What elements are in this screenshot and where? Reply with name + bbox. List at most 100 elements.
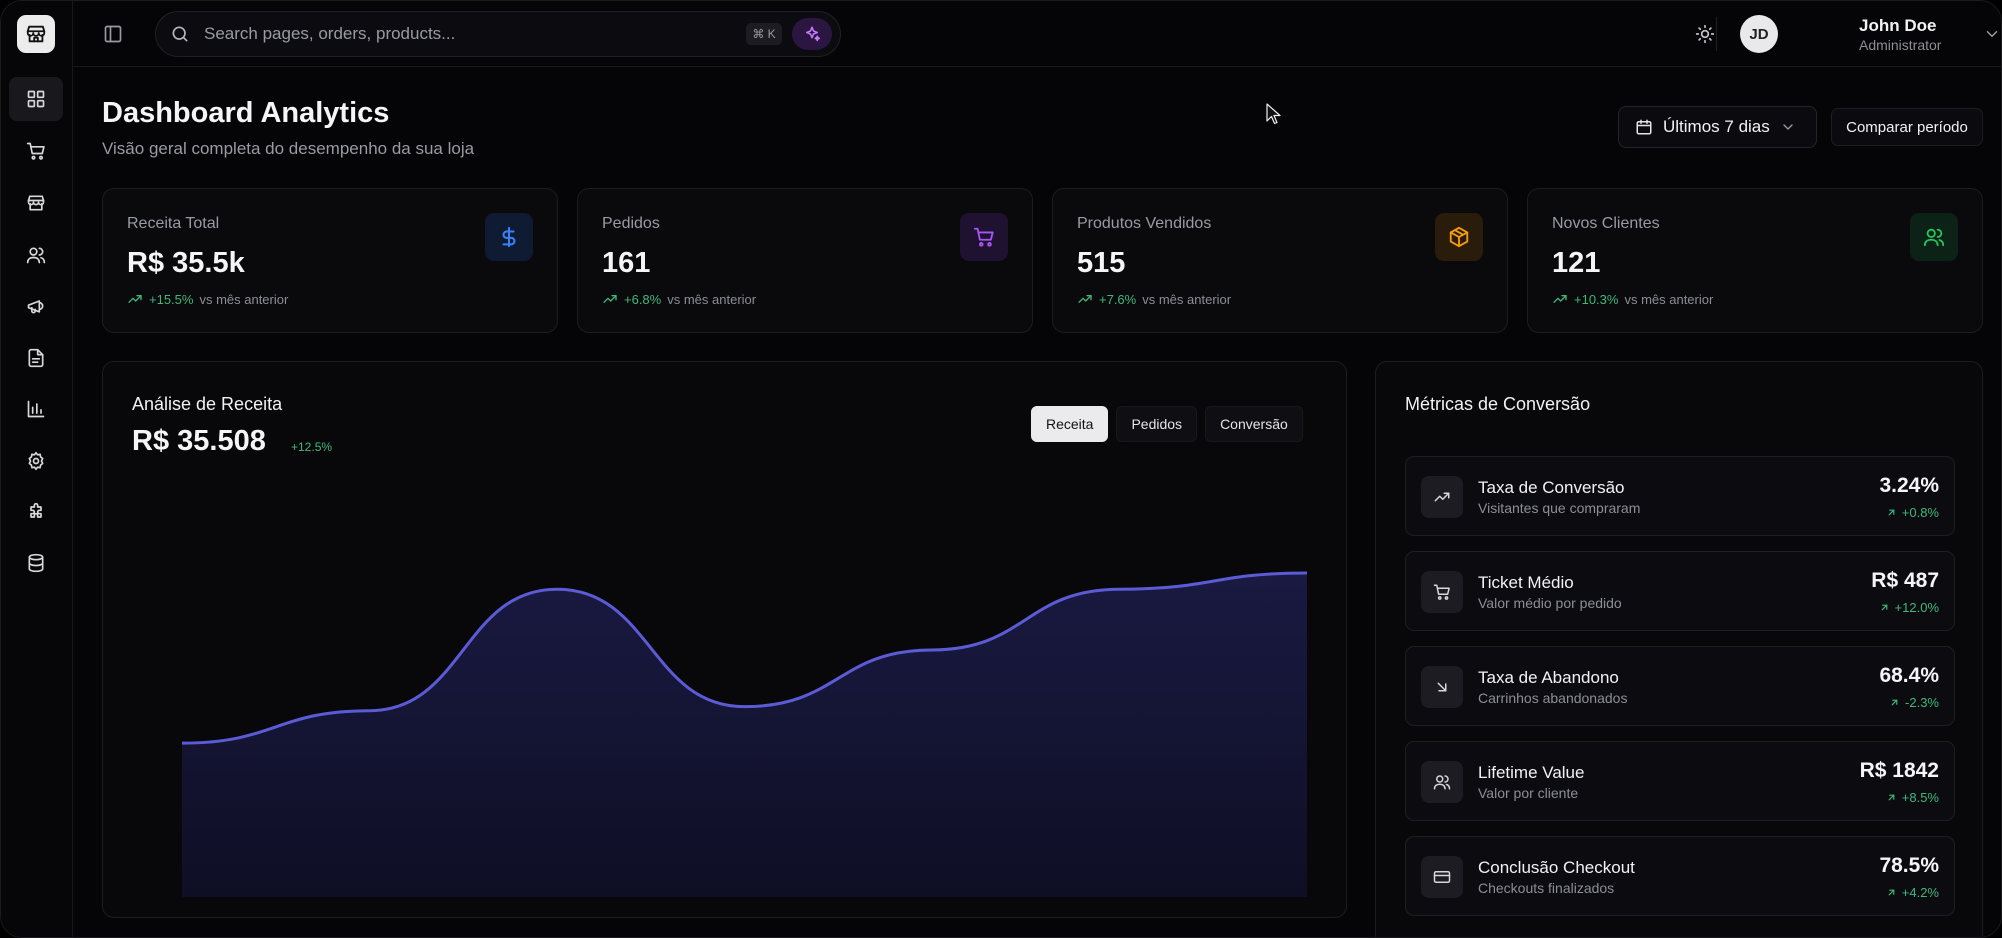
metric-change-value: +0.8% xyxy=(1901,505,1939,520)
stat-value: 515 xyxy=(1077,247,1126,279)
sidebar-item-store[interactable] xyxy=(9,181,63,225)
compare-period-button[interactable]: Comparar período xyxy=(1831,108,1983,146)
gear-icon xyxy=(28,451,44,471)
credit-card-icon xyxy=(1421,856,1463,898)
stat-compare-label: vs mês anterior xyxy=(199,291,289,307)
sidebar-item-database[interactable] xyxy=(9,541,63,585)
top-bar: ⌘ K JD John Doe Administrator xyxy=(73,1,2001,67)
shortcut-badge: ⌘ K xyxy=(746,23,782,45)
store-logo-icon[interactable] xyxy=(17,15,55,53)
date-range-select[interactable]: Últimos 7 dias xyxy=(1618,106,1817,148)
metric-change: +8.5% xyxy=(1886,790,1939,805)
file-text-icon xyxy=(28,348,44,368)
sidebar-item-orders[interactable] xyxy=(9,129,63,173)
conversion-metrics-card: Métricas de Conversão Taxa de Conversão … xyxy=(1375,361,1983,937)
metric-abandon-rate[interactable]: Taxa de Abandono Carrinhos abandonados 6… xyxy=(1405,646,1955,726)
metric-value: 68.4% xyxy=(1879,664,1939,687)
stat-trend: +15.5% vs mês anterior xyxy=(127,291,288,307)
sidebar-item-analytics[interactable] xyxy=(9,387,63,431)
sidebar-item-dashboard[interactable] xyxy=(9,77,63,121)
metric-conversion-rate[interactable]: Taxa de Conversão Visitantes que comprar… xyxy=(1405,456,1955,536)
metric-value: R$ 487 xyxy=(1871,569,1939,592)
card-title: Análise de Receita xyxy=(132,394,283,414)
arrow-up-right-icon xyxy=(1891,699,1898,706)
stat-label: Pedidos xyxy=(602,215,660,232)
sidebar-item-customers[interactable] xyxy=(9,233,63,277)
tab-pedidos[interactable]: Pedidos xyxy=(1116,406,1198,442)
search-input[interactable] xyxy=(204,20,704,48)
ai-assistant-button[interactable] xyxy=(792,18,832,50)
database-icon xyxy=(28,553,44,573)
stat-card-revenue: Receita Total R$ 35.5k +15.5% vs mês ant… xyxy=(102,188,558,333)
metric-average-ticket[interactable]: Ticket Médio Valor médio por pedido R$ 4… xyxy=(1405,551,1955,631)
sidebar-item-reports[interactable] xyxy=(9,336,63,380)
tab-receita[interactable]: Receita xyxy=(1031,406,1109,442)
panel-left-icon xyxy=(104,25,122,43)
stat-trend: +7.6% vs mês anterior xyxy=(1077,291,1231,307)
calendar-icon xyxy=(1636,119,1652,135)
metric-desc: Valor por cliente xyxy=(1478,785,1579,801)
stat-compare-label: vs mês anterior xyxy=(1142,291,1232,307)
arrow-up-right-icon xyxy=(1888,509,1895,516)
users-icon xyxy=(1910,213,1958,261)
card-title: Métricas de Conversão xyxy=(1405,394,1591,414)
sidebar-item-settings[interactable] xyxy=(9,439,63,483)
chevron-down-icon xyxy=(1783,124,1793,130)
chevron-down-icon[interactable] xyxy=(1983,25,2001,43)
metric-change-value: +4.2% xyxy=(1901,885,1939,900)
stat-label: Produtos Vendidos xyxy=(1077,215,1212,232)
tab-conversao[interactable]: Conversão xyxy=(1205,406,1303,442)
sidebar-toggle-button[interactable] xyxy=(101,22,125,46)
stat-card-orders: Pedidos 161 +6.8% vs mês anterior xyxy=(577,188,1033,333)
app-window: ⌘ K JD John Doe Administrator Dashboard … xyxy=(0,0,2002,938)
avatar[interactable]: JD xyxy=(1740,15,1778,53)
stat-compare-label: vs mês anterior xyxy=(1624,291,1714,307)
page-title: Dashboard Analytics xyxy=(102,97,390,129)
stat-label: Novos Clientes xyxy=(1552,215,1660,232)
arrow-up-right-icon xyxy=(1881,604,1887,611)
user-role: Administrator xyxy=(1859,37,1942,53)
dollar-icon xyxy=(485,213,533,261)
metric-change: +0.8% xyxy=(1886,505,1939,520)
metric-lifetime-value[interactable]: Lifetime Value Valor por cliente R$ 1842… xyxy=(1405,741,1955,821)
trending-up-icon xyxy=(1078,295,1092,303)
metric-name: Taxa de Conversão xyxy=(1478,478,1625,497)
chart-area-fill xyxy=(182,573,1307,897)
sidebar xyxy=(1,1,73,937)
cart-icon xyxy=(1421,571,1463,613)
users-icon xyxy=(26,247,46,264)
revenue-area-chart xyxy=(181,571,1308,897)
cart-icon xyxy=(960,213,1008,261)
dashboard-icon xyxy=(27,90,45,108)
sidebar-item-marketing[interactable] xyxy=(9,284,63,328)
sidebar-item-integrations[interactable] xyxy=(9,490,63,534)
stat-change: +6.8% xyxy=(624,291,662,307)
stat-label: Receita Total xyxy=(127,215,220,232)
metric-desc: Valor médio por pedido xyxy=(1478,595,1622,611)
search-bar: ⌘ K xyxy=(155,11,841,57)
revenue-change: +12.5% xyxy=(291,440,333,454)
stat-trend: +10.3% vs mês anterior xyxy=(1552,291,1713,307)
megaphone-icon xyxy=(27,300,44,314)
stat-value: 121 xyxy=(1552,247,1601,279)
trending-up-icon xyxy=(1421,476,1463,518)
metric-change: +4.2% xyxy=(1886,885,1939,900)
metric-name: Ticket Médio xyxy=(1478,573,1574,592)
arrow-up-right-icon xyxy=(1888,794,1895,801)
metric-value: R$ 1842 xyxy=(1859,759,1939,782)
theme-toggle-button[interactable] xyxy=(1693,22,1717,46)
metric-desc: Visitantes que compraram xyxy=(1478,500,1641,516)
mouse-cursor-icon xyxy=(1266,103,1281,125)
trending-up-icon xyxy=(603,295,617,303)
metric-value: 3.24% xyxy=(1879,474,1939,497)
metric-change: -2.3% xyxy=(1889,695,1939,710)
revenue-value: R$ 35.508 xyxy=(132,425,266,457)
metric-change-value: +12.0% xyxy=(1894,600,1939,615)
trending-up-icon xyxy=(128,295,142,303)
puzzle-icon xyxy=(30,502,42,518)
metric-checkout-completion[interactable]: Conclusão Checkout Checkouts finalizados… xyxy=(1405,836,1955,916)
metric-name: Lifetime Value xyxy=(1478,763,1585,782)
package-icon xyxy=(1435,213,1483,261)
metric-value: 78.5% xyxy=(1879,854,1939,877)
metric-change-value: +8.5% xyxy=(1901,790,1939,805)
